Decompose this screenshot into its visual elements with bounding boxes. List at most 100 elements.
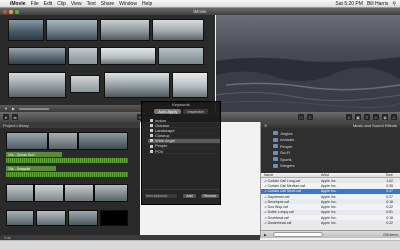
checkbox-icon[interactable]: [150, 128, 153, 132]
audio-waveform[interactable]: [6, 158, 128, 163]
sound-artist: Apple Inc.: [321, 199, 337, 204]
titles-icon[interactable]: T: [364, 114, 370, 120]
checkbox-icon[interactable]: [150, 134, 153, 138]
project-clip[interactable]: [78, 132, 128, 150]
project-clip[interactable]: [64, 184, 94, 202]
menu-file[interactable]: File: [31, 1, 39, 7]
event-thumbnail[interactable]: [46, 19, 98, 41]
search-input[interactable]: [272, 232, 323, 237]
menu-view[interactable]: View: [71, 1, 82, 7]
window-title: iMovie: [193, 9, 207, 14]
project-clip[interactable]: [36, 210, 66, 226]
audio-clip-label[interactable]: 10s - Ocean Surf: [6, 152, 62, 157]
tab-inspector[interactable]: Inspector: [183, 109, 208, 114]
event-thumbnail[interactable]: [100, 47, 156, 65]
project-clip[interactable]: [6, 132, 48, 150]
sound-artist: Apple Inc.: [321, 215, 337, 220]
project-pane[interactable]: Project Library 10s - Ocean Surf 15s - S…: [0, 122, 140, 235]
project-clip[interactable]: [34, 184, 64, 202]
menu-share[interactable]: Share: [101, 1, 114, 7]
event-thumbnail[interactable]: [158, 47, 204, 65]
sound-time: 0:22: [386, 205, 393, 210]
sound-name: Developer.caf: [267, 199, 290, 204]
hide-icon[interactable]: ▼: [4, 106, 8, 111]
event-thumbnail[interactable]: [172, 72, 208, 98]
crop-icon[interactable]: □: [298, 114, 304, 120]
table-row[interactable]: ♫ Curtain Call Long.caf Apple Inc. 1:02: [261, 178, 400, 183]
music-icon[interactable]: ♫: [346, 114, 352, 120]
audio-file-icon: ♫: [264, 215, 267, 220]
sound-list: ♫ Curtain Call Long.caf Apple Inc. 1:02 ♫ Cu…: [261, 178, 400, 226]
inspector-icon[interactable]: i: [307, 114, 313, 120]
project-clip[interactable]: [94, 184, 128, 202]
table-row[interactable]: ♫ Drumbeat.caf Apple Inc. 0:18: [261, 215, 400, 221]
menu-clip[interactable]: Clip: [57, 1, 66, 7]
maps-icon[interactable]: ☼: [391, 114, 397, 120]
add-keyword-button[interactable]: Add: [182, 193, 197, 199]
keyword-row[interactable]: POV: [148, 149, 220, 155]
event-thumbnail[interactable]: [100, 19, 150, 41]
checkbox-icon[interactable]: [150, 139, 153, 143]
folder-item[interactable]: Stingers: [273, 163, 397, 170]
clock[interactable]: Sat 5:20 PM: [335, 1, 363, 7]
new-keyword-field[interactable]: New keyword: [144, 193, 178, 199]
project-header[interactable]: Project Library: [0, 122, 140, 128]
menu-edit[interactable]: Edit: [44, 1, 53, 7]
table-row[interactable]: ♫ Daydream.caf Apple Inc. 0:37: [261, 193, 400, 200]
project-clip[interactable]: [100, 210, 128, 226]
table-row[interactable]: ♫ Developer.caf Apple Inc. 0:18: [261, 199, 400, 204]
event-browser[interactable]: [0, 15, 215, 105]
user-name[interactable]: Bill Harris: [367, 1, 388, 7]
column-time[interactable]: Time: [366, 173, 396, 177]
table-row[interactable]: ♫ Doo Wop.caf Apple Inc. 0:22: [261, 204, 400, 210]
event-thumbnail[interactable]: [8, 47, 66, 65]
folder-label: Jingles: [280, 130, 293, 136]
play-icon[interactable]: ▶: [264, 233, 267, 237]
menu-help[interactable]: Help: [142, 1, 152, 7]
audio-clip-label[interactable]: 15s - Seagulls: [6, 166, 56, 171]
play-icon[interactable]: ▶: [12, 106, 15, 111]
transitions-icon[interactable]: ▪: [373, 114, 379, 120]
table-row[interactable]: ♫ Curtain Call Short.caf Apple Inc. 0:17: [261, 188, 400, 194]
column-artist[interactable]: Artist: [321, 173, 366, 177]
column-name[interactable]: Name: [261, 173, 321, 177]
dock[interactable]: [0, 240, 400, 250]
folder-label: People: [280, 143, 293, 149]
event-thumbnail[interactable]: [104, 72, 170, 98]
project-clip[interactable]: [48, 132, 78, 150]
checkbox-icon[interactable]: [150, 149, 153, 153]
table-row[interactable]: ♫ Dusterhead.caf Apple Inc. 0:22: [261, 220, 400, 225]
checkbox-icon[interactable]: [150, 144, 153, 148]
checkbox-icon[interactable]: [150, 123, 153, 127]
viewer-frame: [216, 15, 400, 112]
swap-icon[interactable]: ⇆: [12, 114, 18, 120]
remove-keyword-button[interactable]: Remove: [200, 193, 220, 199]
audio-waveform[interactable]: [6, 172, 128, 177]
table-row[interactable]: ♫ Curtain Call Medium.caf Apple Inc. 0:35: [261, 183, 400, 189]
event-thumbnail[interactable]: [70, 75, 100, 93]
sound-name: Curtain Call Short.caf: [267, 189, 301, 194]
sound-name: Daydream.caf: [267, 194, 290, 199]
camera-import-icon[interactable]: ●: [3, 114, 9, 120]
menu-imovie[interactable]: iMovie: [10, 1, 26, 7]
event-thumbnail[interactable]: [8, 19, 44, 41]
themes-icon[interactable]: ◉: [382, 114, 388, 120]
event-thumbnail[interactable]: [8, 72, 66, 98]
menu-window[interactable]: Window: [119, 1, 137, 7]
event-thumbnail[interactable]: [68, 47, 98, 65]
close-icon[interactable]: ✕: [264, 123, 267, 128]
photos-icon[interactable]: ▣: [355, 114, 361, 120]
audio-file-icon: ♫: [264, 199, 267, 204]
project-clip[interactable]: [6, 184, 34, 202]
keywords-hud: Keywords Auto Apply Inspector Indoor Out…: [141, 101, 221, 205]
menu-text[interactable]: Text: [87, 1, 96, 7]
table-row[interactable]: ♫ Dottie Lumpy.caf Apple Inc. 0:51: [261, 210, 400, 215]
checkbox-icon[interactable]: [150, 118, 153, 122]
project-clip[interactable]: [68, 210, 98, 226]
project-clip[interactable]: [6, 210, 34, 226]
zoom-slider[interactable]: [19, 107, 50, 110]
event-thumbnail[interactable]: [152, 19, 204, 41]
spotlight-icon[interactable]: ⚲: [392, 1, 396, 7]
viewer[interactable]: [216, 15, 400, 112]
tab-auto-apply[interactable]: Auto Apply: [154, 109, 182, 114]
